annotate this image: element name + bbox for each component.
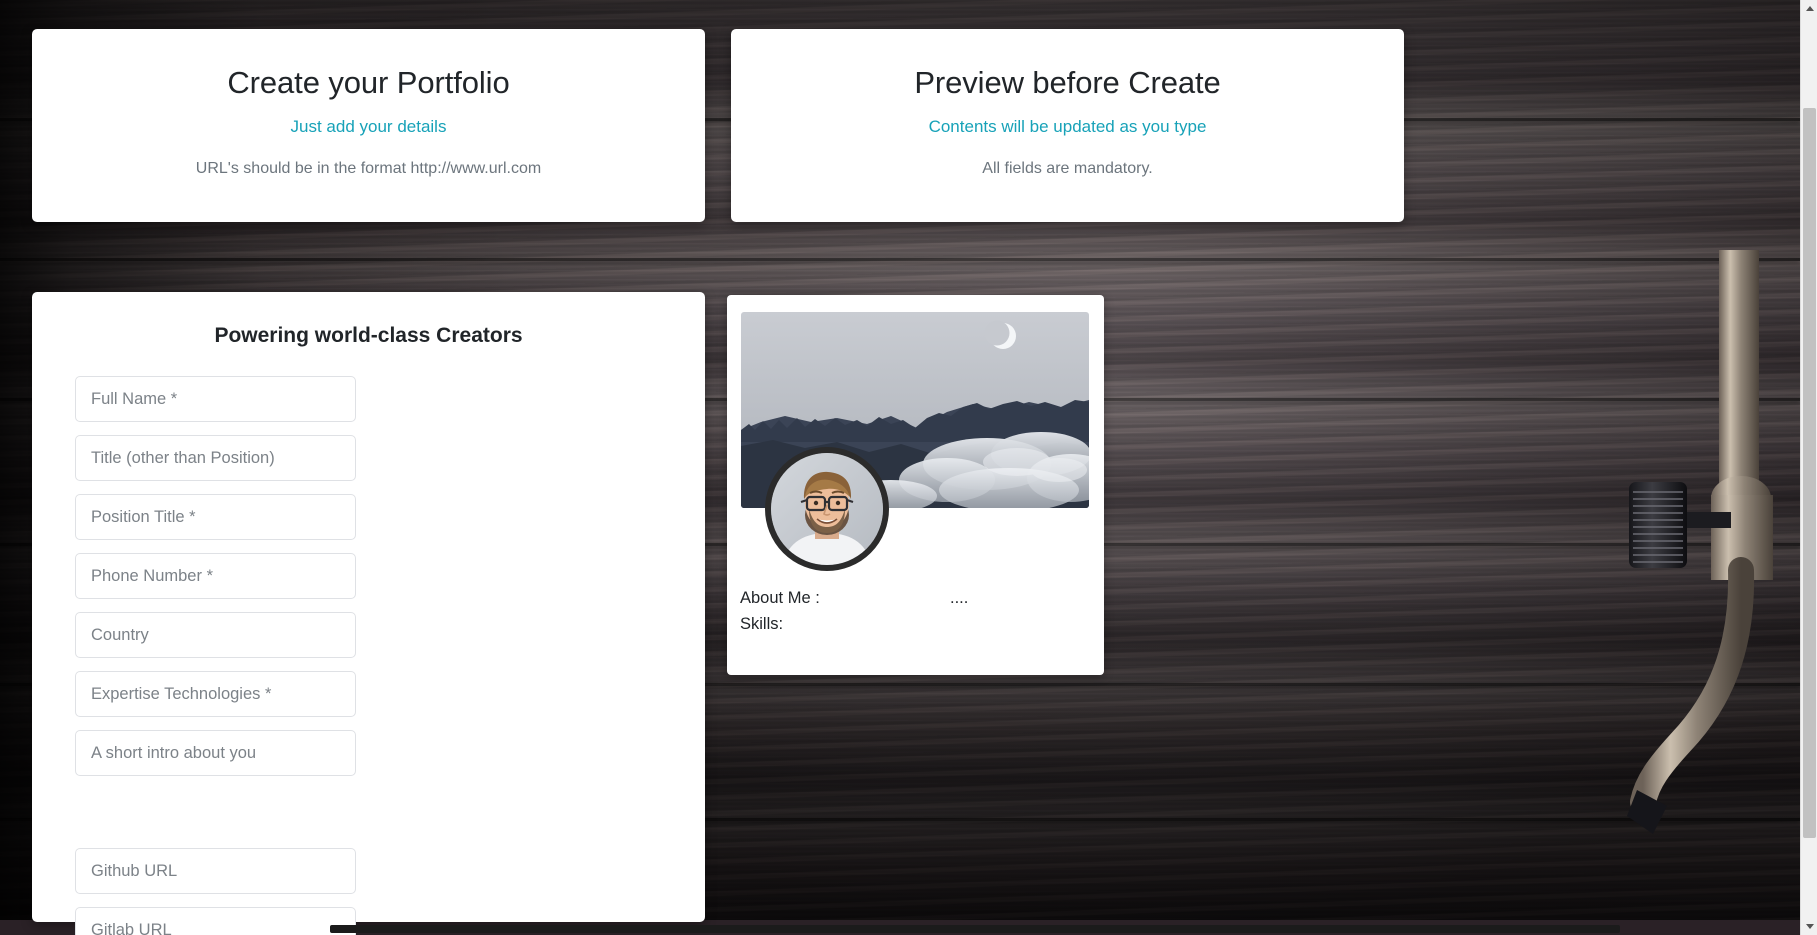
skills-label: Skills:	[740, 615, 784, 633]
preview-info-title: Preview before Create	[914, 65, 1221, 100]
about-me-line: About Me : ....	[740, 585, 1091, 611]
about-me-label: About Me :	[740, 589, 820, 607]
profile-preview-card: About Me : .... Skills:	[727, 295, 1104, 675]
github-url-input[interactable]	[75, 848, 356, 894]
expertise-technologies-input[interactable]	[75, 671, 356, 717]
position-title-input[interactable]	[75, 494, 356, 540]
triangle-up-icon	[1805, 6, 1814, 11]
horizontal-scrollbar[interactable]	[0, 919, 1800, 935]
title-other-input[interactable]	[75, 435, 356, 481]
scroll-up-button[interactable]	[1801, 0, 1817, 17]
create-portfolio-note: URL's should be in the format http://www…	[195, 160, 542, 177]
vertical-scrollbar[interactable]	[1800, 0, 1817, 935]
preview-info-note: All fields are mandatory.	[982, 160, 1153, 177]
short-intro-input[interactable]	[75, 730, 356, 776]
skills-line: Skills:	[740, 611, 1091, 637]
form-fields-grid	[32, 376, 705, 935]
about-me-value: ....	[950, 589, 969, 607]
vertical-scrollbar-thumb[interactable]	[1803, 108, 1816, 838]
preview-details: About Me : .... Skills:	[740, 585, 1091, 637]
preview-info-card: Preview before Create Contents will be u…	[731, 29, 1404, 222]
form-heading: Powering world-class Creators	[214, 324, 523, 347]
create-portfolio-card: Create your Portfolio Just add your deta…	[32, 29, 705, 222]
scroll-down-button[interactable]	[1801, 918, 1817, 935]
avatar	[765, 447, 889, 571]
phone-number-input[interactable]	[75, 553, 356, 599]
country-input[interactable]	[75, 612, 356, 658]
triangle-down-icon	[1805, 924, 1814, 929]
preview-info-subtitle: Contents will be updated as you type	[928, 117, 1207, 136]
full-name-input[interactable]	[75, 376, 356, 422]
portfolio-form-card: Powering world-class Creators Create Pro…	[32, 292, 705, 935]
create-portfolio-title: Create your Portfolio	[227, 65, 510, 100]
create-portfolio-subtitle: Just add your details	[290, 117, 447, 136]
horizontal-scrollbar-thumb[interactable]	[330, 925, 1620, 933]
